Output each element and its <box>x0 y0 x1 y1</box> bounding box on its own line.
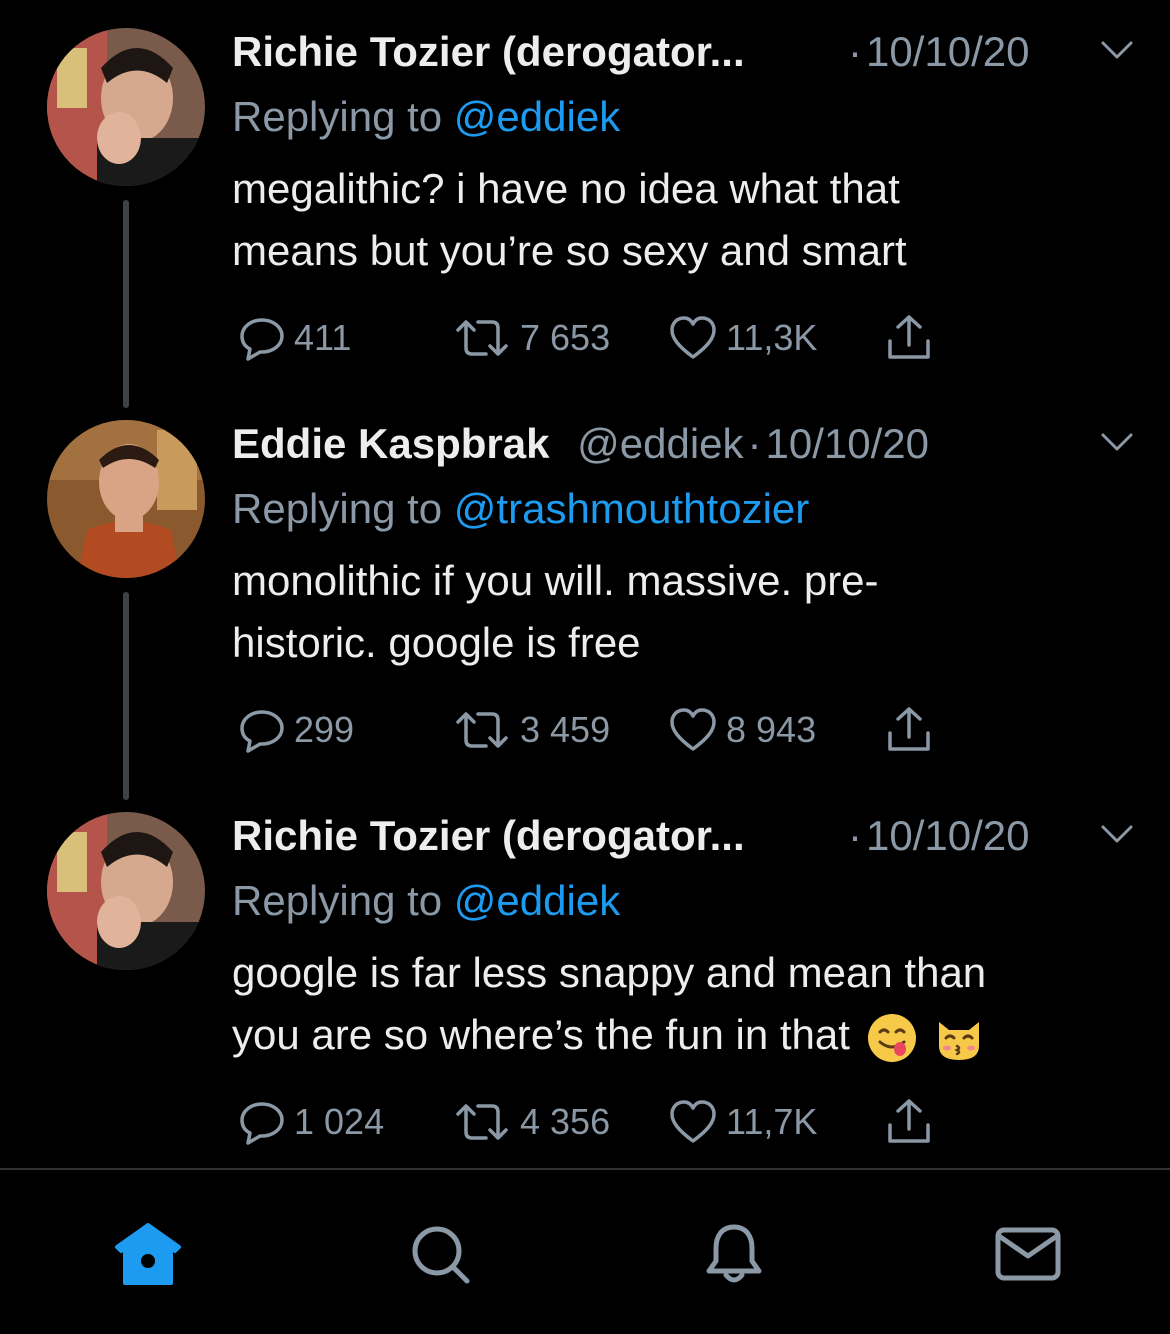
separator-dot: · <box>848 812 862 859</box>
mention-link[interactable]: @eddiek <box>454 877 620 924</box>
reply-icon <box>240 710 284 753</box>
reply-button[interactable]: 299 <box>238 702 354 758</box>
retweet-button[interactable]: 3 459 <box>452 702 610 758</box>
reply-count: 411 <box>294 317 352 358</box>
share-button[interactable] <box>884 702 934 758</box>
like-button[interactable]: 11,3K <box>668 310 817 366</box>
bottom-tab-bar <box>0 1168 1170 1334</box>
reply-count: 1 024 <box>294 1101 385 1142</box>
user-handle[interactable]: @eddiek <box>577 420 743 467</box>
reply-button[interactable]: 411 <box>238 310 351 366</box>
tweet-text-line: megalithic? i have no idea what that <box>232 165 900 212</box>
replying-to: Replying to @eddiek <box>232 90 1132 144</box>
heart-icon <box>670 1100 716 1143</box>
avatar[interactable] <box>47 28 205 186</box>
tweet-actions: 299 3 459 8 943 <box>232 702 1132 762</box>
like-count: 11,3K <box>726 317 818 358</box>
replying-to-label: Replying to <box>232 877 443 924</box>
tweet-actions: 1 024 4 356 11,7K <box>232 1094 1132 1154</box>
heart-icon <box>670 316 716 359</box>
tab-messages[interactable] <box>988 1214 1068 1294</box>
display-name[interactable]: Eddie Kaspbrak <box>232 420 549 467</box>
tweet-date[interactable]: 10/10/20 <box>766 420 930 467</box>
search-icon <box>412 1226 470 1284</box>
kissing-cat-emoji <box>939 1021 980 1060</box>
share-icon <box>888 315 930 359</box>
tweet-actions: 411 7 653 11,3K <box>232 310 1132 370</box>
retweet-count: 7 653 <box>520 317 611 358</box>
chevron-down-icon[interactable] <box>1100 40 1134 60</box>
replying-to-label: Replying to <box>232 485 443 532</box>
replying-to: Replying to @trashmouthtozier <box>232 482 1132 536</box>
retweet-icon <box>456 712 508 748</box>
messages-icon <box>995 1227 1061 1281</box>
tweet-text: google is far less snappy and mean than … <box>232 942 1112 1066</box>
tweet-text-line: means but you’re so sexy and smart <box>232 227 907 274</box>
share-button[interactable] <box>884 1094 934 1150</box>
replying-to: Replying to @eddiek <box>232 874 1132 928</box>
retweet-button[interactable]: 4 356 <box>452 1094 610 1150</box>
tab-search[interactable] <box>400 1214 480 1294</box>
like-count: 8 943 <box>726 709 817 750</box>
tweet-text-line: you are so where’s the fun in that <box>232 1011 850 1058</box>
tweet-text-line: monolithic if you will. massive. pre- <box>232 557 879 604</box>
like-button[interactable]: 8 943 <box>668 702 816 758</box>
thread-line <box>123 200 129 408</box>
tweet-text: monolithic if you will. massive. pre- hi… <box>232 550 1112 674</box>
replying-to-label: Replying to <box>232 93 443 140</box>
display-name[interactable]: Richie Tozier (derogator... <box>232 28 745 75</box>
like-button[interactable]: 11,7K <box>668 1094 817 1150</box>
tweet-date[interactable]: 10/10/20 <box>866 28 1030 75</box>
tweet-text: megalithic? i have no idea what that mea… <box>232 158 1112 282</box>
share-icon <box>888 707 930 751</box>
tab-notifications[interactable] <box>694 1214 774 1294</box>
chevron-down-icon[interactable] <box>1100 824 1134 844</box>
tab-home[interactable] <box>108 1214 188 1294</box>
notifications-icon <box>706 1224 762 1283</box>
reply-count: 299 <box>294 709 355 750</box>
tweet-text-line-with-emoji: you are so where’s the fun in that <box>232 1004 1112 1066</box>
separator-dot: · <box>747 420 762 467</box>
like-count: 11,7K <box>726 1101 818 1142</box>
tweet-date[interactable]: 10/10/20 <box>866 812 1030 859</box>
retweet-icon <box>456 1104 508 1140</box>
share-button[interactable] <box>884 310 934 366</box>
avatar[interactable] <box>47 812 205 970</box>
reply-icon <box>240 1102 284 1145</box>
tweet-text-line: google is far less snappy and mean than <box>232 949 987 996</box>
retweet-icon <box>456 320 508 356</box>
heart-icon <box>670 708 716 751</box>
thread-line <box>123 592 129 800</box>
share-icon <box>888 1099 930 1143</box>
retweet-count: 4 356 <box>520 1101 611 1142</box>
reply-button[interactable]: 1 024 <box>238 1094 384 1150</box>
separator-dot: · <box>848 28 862 75</box>
reply-icon <box>240 318 284 361</box>
face-savoring-food-emoji <box>867 1013 916 1062</box>
mention-link[interactable]: @eddiek <box>454 93 620 140</box>
tweet-text-line: historic. google is free <box>232 619 641 666</box>
display-name[interactable]: Richie Tozier (derogator... <box>232 812 745 859</box>
retweet-count: 3 459 <box>520 709 611 750</box>
avatar[interactable] <box>47 420 205 578</box>
retweet-button[interactable]: 7 653 <box>452 310 610 366</box>
home-icon <box>115 1223 181 1285</box>
chevron-down-icon[interactable] <box>1100 432 1134 452</box>
mention-link[interactable]: @trashmouthtozier <box>454 485 809 532</box>
